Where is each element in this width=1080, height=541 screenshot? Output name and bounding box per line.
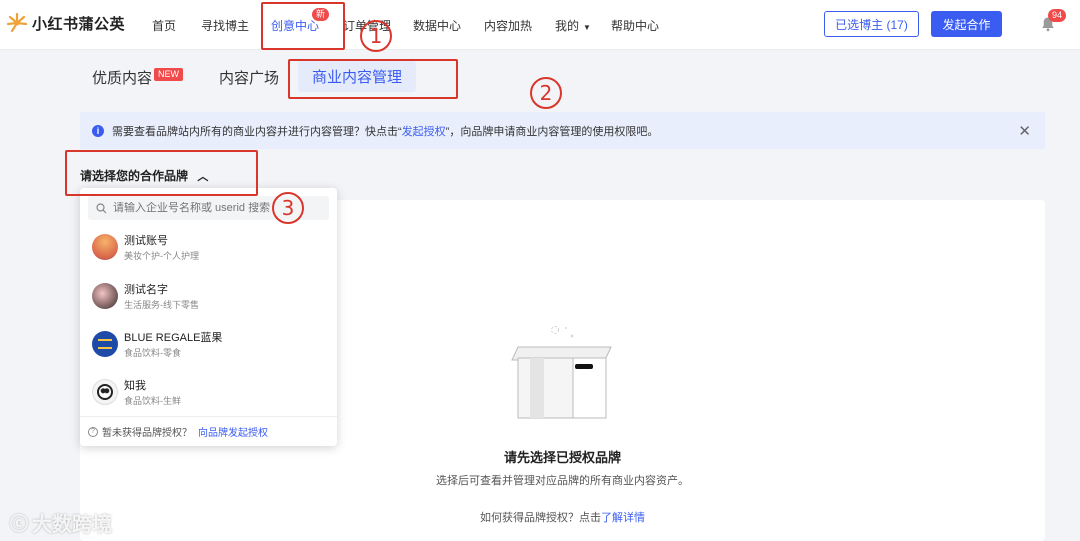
annotation-number-2: 2 [530,77,562,109]
brand-list-item[interactable]: 知我 食品饮料-生鲜 [80,373,337,421]
brand-list-item[interactable]: 测试账号 美妆个护-个人护理 [80,228,337,276]
help-text: 如何获得品牌授权？点击 [480,512,601,524]
avatar [92,283,118,309]
tab-quality-content[interactable]: 优质内容 [92,67,152,88]
brand-name: 知我 [124,380,146,392]
search-icon [96,202,107,213]
request-authorization-link[interactable]: 向品牌发起授权 [198,424,268,439]
brand-category: 美妆个护-个人护理 [124,251,199,261]
dandelion-logo-icon [6,12,28,33]
banner-text-a: 需要查看品牌站内所有的商业内容并进行内容管理？快点击“ [112,125,402,138]
learn-more-link[interactable]: 了解详情 [601,512,645,524]
nav-mine[interactable]: 我的 ▼ [555,17,591,34]
brand-category: 生活服务-线下零售 [124,300,199,310]
banner-authorize-link[interactable]: 发起授权 [402,123,446,139]
empty-box-illustration-icon [511,326,612,419]
annotation-box-3 [65,150,258,196]
new-pill: NEW [154,68,183,81]
nav-find-blogger[interactable]: 寻找博主 [201,17,249,34]
info-banner: i 需要查看品牌站内所有的商业内容并进行内容管理？快点击“ 发起授权 ”，向品牌申请… [80,112,1045,149]
empty-state-help: 如何获得品牌授权？点击了解详情 [80,509,1045,525]
annotation-number-1: 1 [360,20,392,52]
empty-state-title: 请先选择已授权品牌 [503,450,621,465]
nav-data-center[interactable]: 数据中心 [413,17,461,34]
nav-help-center[interactable]: 帮助中心 [611,17,659,34]
dropdown-footer: ? 暂未获得品牌授权？ 向品牌发起授权 [80,416,337,446]
logo-text: 小红书蒲公英 [32,15,126,33]
annotation-box-1 [261,2,345,50]
selected-bloggers-button[interactable]: 已选博主 (17) [824,11,919,37]
watermark: ⓒ 大数跨境 [10,508,112,537]
notification-count-badge: 94 [1048,9,1067,22]
nav-home[interactable]: 首页 [152,17,176,34]
brand-dropdown: 测试账号 美妆个护-个人护理 测试名字 生活服务-线下零售 BLUE REGAL… [80,188,337,446]
banner-text-b: ”，向品牌申请商业内容管理的使用权限吧。 [445,125,659,138]
watermark-text: 大数跨境 [32,514,112,536]
tab-content-square[interactable]: 内容广场 [219,67,279,88]
brand-name: 测试账号 [124,235,168,247]
question-icon: ? [88,426,98,437]
avatar [92,331,118,357]
nav-mine-label: 我的 [555,19,580,33]
avatar [92,379,118,405]
top-navigation: 小红书蒲公英 首页 寻找博主 创意中心 新 订单管理 数据中心 内容加热 我的 ▼… [0,0,1080,50]
caret-down-icon: ▼ [583,23,591,32]
empty-state-description: 选择后可查看并管理对应品牌的所有商业内容资产。 [436,475,689,487]
watermark-logo-icon: ⓒ [10,513,28,534]
avatar [92,234,118,260]
brand-name: BLUE REGALE蓝果 [124,332,223,344]
close-icon[interactable]: ✕ [1018,122,1031,140]
brand-category: 食品饮料-零食 [124,348,181,358]
start-collaboration-button[interactable]: 发起合作 [931,11,1002,37]
brand-name: 测试名字 [124,284,168,296]
footer-text: 暂未获得品牌授权？ [102,428,192,439]
annotation-box-2 [288,59,458,99]
nav-content-boost[interactable]: 内容加热 [484,17,532,34]
logo[interactable]: 小红书蒲公英 [6,12,125,34]
annotation-number-3: 3 [272,192,304,224]
info-icon: i [92,124,104,137]
brand-list-item[interactable]: BLUE REGALE蓝果 食品饮料-零食 [80,325,337,373]
brand-category: 食品饮料-生鲜 [124,396,181,406]
brand-list-item[interactable]: 测试名字 生活服务-线下零售 [80,277,337,325]
